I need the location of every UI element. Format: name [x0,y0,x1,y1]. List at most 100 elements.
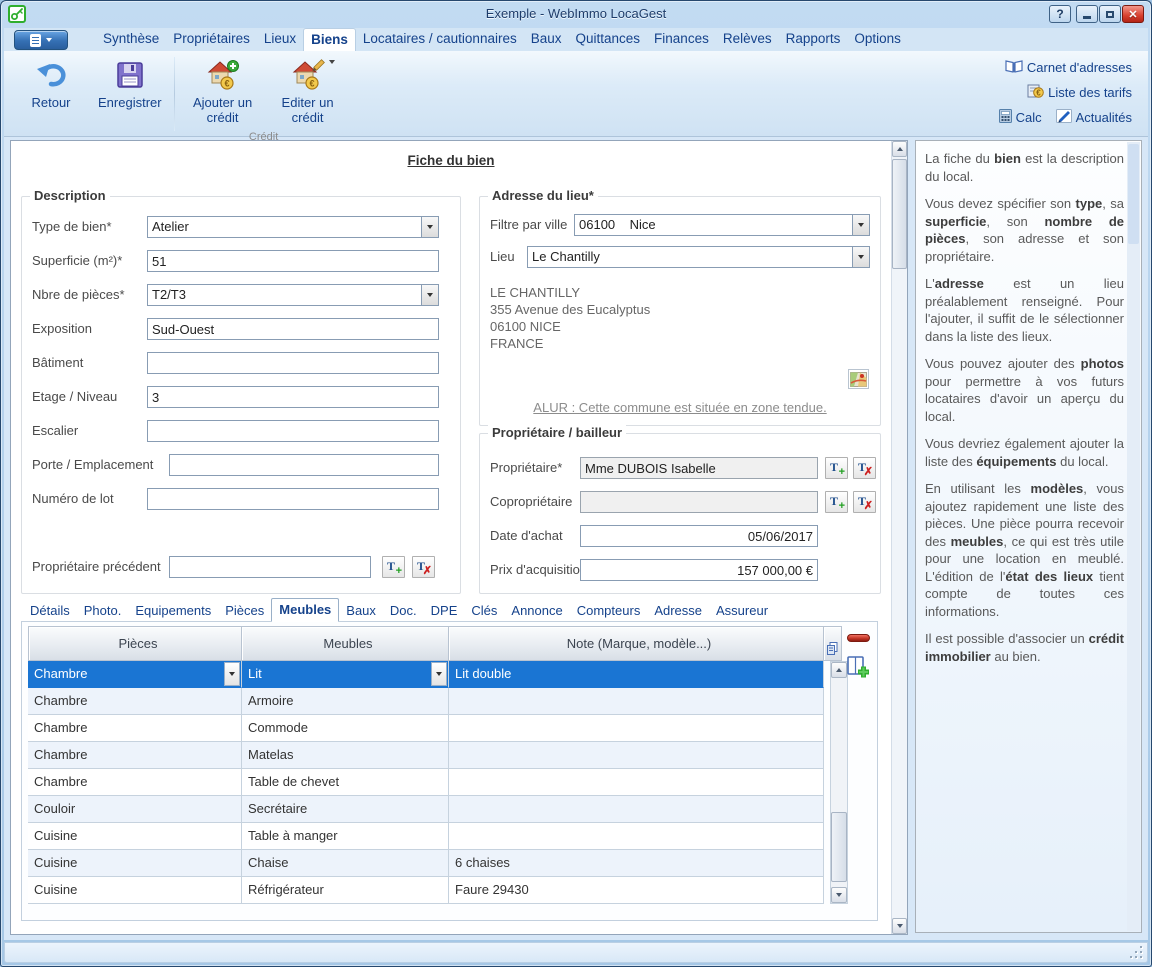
header-meubles[interactable]: Meubles [242,626,449,661]
etage-input[interactable] [147,386,439,408]
proprietaire-field[interactable] [580,457,818,479]
scrollbar-thumb[interactable] [892,159,907,269]
menu-tab-lieux[interactable]: Lieux [257,28,303,51]
menu-tab-rapports[interactable]: Rapports [779,28,848,51]
chevron-down-icon[interactable] [431,662,447,686]
exposition-label: Exposition [32,321,92,336]
date-achat-input[interactable] [580,525,818,547]
scroll-up-icon[interactable] [831,662,847,678]
price-list-link[interactable]: € Liste des tarifs [1027,84,1132,101]
table-row[interactable]: Couloir Secrétaire [28,796,842,823]
table-row[interactable]: Cuisine Chaise 6 chaises [28,850,842,877]
chevron-down-icon[interactable] [421,217,438,237]
tab-adresse[interactable]: Adresse [647,600,709,622]
table-row[interactable]: Chambre Lit Lit double [28,661,842,688]
map-button[interactable] [848,369,869,389]
type-bien-select[interactable]: Atelier [147,216,439,238]
coproprietaire-field[interactable] [580,491,818,513]
tab-baux[interactable]: Baux [339,600,383,622]
header-note[interactable]: Note (Marque, modèle...) [449,626,824,661]
coproprietaire-clear-button[interactable]: T✗ [853,491,876,513]
tab-meubles[interactable]: Meubles [271,598,339,622]
menu-tab-synthese[interactable]: Synthèse [96,28,166,51]
piece-cell-combo[interactable]: Chambre [28,661,242,688]
tab-pieces[interactable]: Pièces [218,600,271,622]
batiment-input[interactable] [147,352,439,374]
tab-details[interactable]: Détails [23,600,77,622]
proprietaire-add-button[interactable]: T+ [825,457,848,479]
resize-grip[interactable] [1130,946,1142,958]
chevron-down-icon[interactable] [852,247,869,267]
menu-tab-finances[interactable]: Finances [647,28,716,51]
scroll-down-icon[interactable] [831,887,847,903]
prop-precedent-input[interactable] [169,556,371,578]
table-row[interactable]: Cuisine Table à manger [28,823,842,850]
add-row-icon [847,656,870,679]
table-row[interactable]: Chambre Armoire [28,688,842,715]
coproprietaire-add-button[interactable]: T+ [825,491,848,513]
title-bar[interactable]: Exemple - WebImmo LocaGest ? ✕ [0,0,1152,28]
superficie-input[interactable] [147,250,439,272]
scroll-up-icon[interactable] [892,141,907,157]
address-book-link[interactable]: Carnet d'adresses [1005,59,1132,76]
menu-tab-biens[interactable]: Biens [303,28,356,51]
news-link[interactable]: Actualités [1056,109,1132,126]
table-scrollbar[interactable] [830,661,848,904]
delete-row-button[interactable] [847,634,870,642]
chevron-down-icon[interactable] [852,215,869,235]
menu-tab-baux[interactable]: Baux [524,28,569,51]
filtre-ville-select[interactable]: 06100 Nice [574,214,870,236]
porte-input[interactable] [169,454,439,476]
prix-acquisition-input[interactable] [580,559,818,581]
exposition-input[interactable] [147,318,439,340]
lieu-select[interactable]: Le Chantilly [527,246,870,268]
add-credit-button[interactable]: € Ajouter un crédit [179,53,267,131]
tab-dpe[interactable]: DPE [424,600,465,622]
nbre-pieces-select[interactable]: T2/T3 [147,284,439,306]
prop-precedent-add-button[interactable]: T+ [382,556,405,578]
tab-assureur[interactable]: Assureur [709,600,775,622]
table-row[interactable]: Cuisine Réfrigérateur Faure 29430 [28,877,842,904]
lot-input[interactable] [147,488,439,510]
scrollbar-thumb[interactable] [1128,144,1139,244]
calc-link[interactable]: Calc [999,109,1042,126]
tab-doc[interactable]: Doc. [383,600,424,622]
help-paragraph: L'adresse est un lieu préalablement rens… [925,275,1124,345]
menu-tab-proprietaires[interactable]: Propriétaires [166,28,257,51]
back-button[interactable]: Retour [12,53,90,131]
alur-link[interactable]: ALUR : Cette commune est située en zone … [480,400,880,415]
escalier-input[interactable] [147,420,439,442]
save-button[interactable]: Enregistrer [90,53,170,131]
tab-annonce[interactable]: Annonce [504,600,569,622]
menu-tab-quittances[interactable]: Quittances [569,28,648,51]
chevron-down-icon[interactable] [224,662,240,686]
note-cell[interactable]: Lit double [449,661,824,688]
tab-equipements[interactable]: Equipements [128,600,218,622]
close-button[interactable]: ✕ [1122,5,1144,23]
minimize-button[interactable] [1076,5,1098,23]
main-scrollbar[interactable] [891,141,907,934]
chevron-down-icon[interactable] [421,285,438,305]
proprietaire-clear-button[interactable]: T✗ [853,457,876,479]
column-chooser-button[interactable] [824,626,842,661]
scrollbar-thumb[interactable] [831,812,847,882]
prop-precedent-clear-button[interactable]: T✗ [412,556,435,578]
header-pieces[interactable]: Pièces [28,626,242,661]
table-row[interactable]: Chambre Commode [28,715,842,742]
table-row[interactable]: Chambre Matelas [28,742,842,769]
tab-cles[interactable]: Clés [464,600,504,622]
menu-tab-releves[interactable]: Relèves [716,28,779,51]
tab-photo[interactable]: Photo. [77,600,129,622]
table-row[interactable]: Chambre Table de chevet [28,769,842,796]
help-button[interactable]: ? [1049,5,1071,23]
menu-tab-locataires[interactable]: Locataires / cautionnaires [356,28,524,51]
tab-compteurs[interactable]: Compteurs [570,600,648,622]
help-scrollbar[interactable] [1127,142,1140,931]
edit-credit-button[interactable]: € Editer un crédit [267,53,349,131]
app-menu-button[interactable] [14,30,68,50]
scroll-down-icon[interactable] [892,918,907,934]
meuble-cell-combo[interactable]: Lit [242,661,449,688]
menu-tab-options[interactable]: Options [847,28,908,51]
add-row-button[interactable] [847,656,870,679]
restore-button[interactable] [1099,5,1121,23]
